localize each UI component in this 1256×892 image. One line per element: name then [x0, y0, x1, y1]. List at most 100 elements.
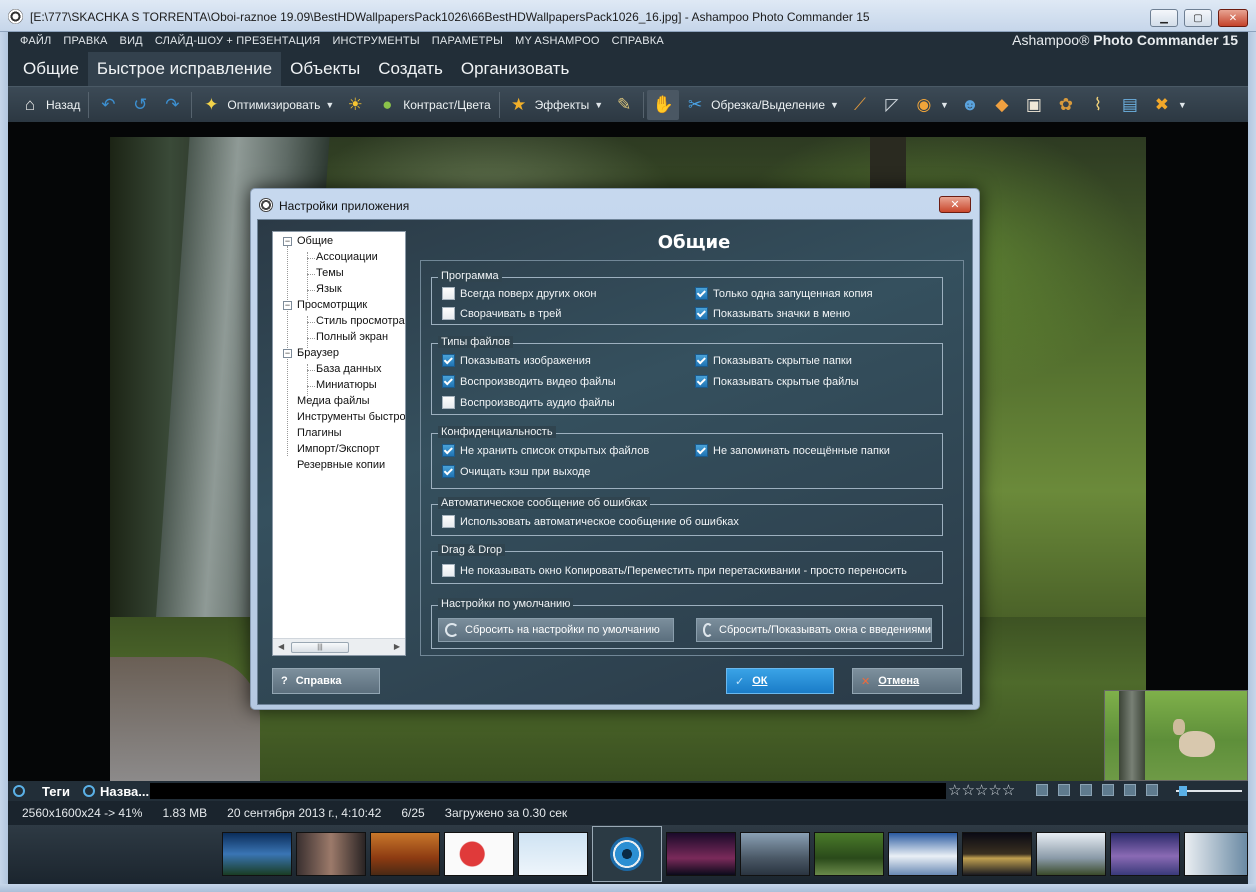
tag-field[interactable] — [150, 783, 946, 799]
reset-intro-button[interactable]: Сбросить/Показывать окна с введениями — [696, 618, 932, 642]
landscape-button[interactable]: ▤ — [1114, 90, 1146, 120]
settings-tree[interactable]: − Общие Ассоциации Темы Язык − Просмотрщ… — [272, 231, 406, 656]
checkbox-menu-icons[interactable]: Показывать значки в меню — [695, 307, 850, 320]
menu-options[interactable]: ПАРАМЕТРЫ — [432, 35, 503, 47]
checkbox-box[interactable] — [442, 287, 455, 300]
fit-icon[interactable] — [1146, 784, 1158, 796]
hand-tool-button[interactable]: ✋ — [647, 89, 680, 120]
filmstrip-thumbnail[interactable] — [962, 832, 1032, 876]
rating-stars[interactable]: ☆☆☆☆☆ — [948, 782, 1015, 799]
tree-horizontal-scrollbar[interactable]: ◀ ||| ▶ — [273, 638, 405, 655]
view-mode-2-icon[interactable] — [1058, 784, 1070, 796]
tab-general[interactable]: Общие — [14, 52, 88, 86]
checkbox-minimize-tray[interactable]: Сворачивать в трей — [442, 307, 561, 320]
red-eye-button[interactable]: ◉ ▼ — [908, 90, 954, 120]
straighten-button[interactable]: ⟋ — [844, 90, 876, 120]
effects-button[interactable]: ★ Эффекты ▼ — [503, 90, 608, 120]
checkbox-box[interactable] — [442, 564, 455, 577]
navigator-preview[interactable] — [1104, 690, 1248, 781]
tree-node-browser[interactable]: Браузер — [297, 347, 339, 359]
filmstrip-thumbnail[interactable] — [666, 832, 736, 876]
contrast-button[interactable]: ● Контраст/Цвета — [371, 90, 495, 120]
checkbox-box[interactable] — [695, 354, 708, 367]
close-icon[interactable]: ✕ — [1218, 9, 1248, 27]
checkbox-show-images[interactable]: Показывать изображения — [442, 354, 591, 367]
menu-help[interactable]: СПРАВКА — [612, 35, 664, 47]
dialog-close-button[interactable]: ✕ — [939, 196, 971, 213]
tree-node-language[interactable]: Язык — [316, 283, 342, 295]
crop-button[interactable]: ✂ Обрезка/Выделение ▼ — [679, 90, 844, 120]
menu-view[interactable]: ВИД — [120, 35, 143, 47]
checkbox-box[interactable] — [442, 444, 455, 457]
cancel-button[interactable]: ✕ Отмена — [852, 668, 962, 694]
scrollbar-thumb[interactable]: ||| — [291, 642, 349, 653]
eraser-button[interactable]: ◆ — [986, 90, 1018, 120]
people-button[interactable]: ☻ — [954, 90, 986, 120]
tree-node-view-style[interactable]: Стиль просмотра — [316, 315, 405, 327]
reset-defaults-button[interactable]: Сбросить на настройки по умолчанию — [438, 618, 674, 642]
checkbox-box[interactable] — [442, 375, 455, 388]
tree-node-viewer[interactable]: Просмотрщик — [297, 299, 367, 311]
checkbox-box[interactable] — [695, 375, 708, 388]
filmstrip-thumbnail[interactable] — [296, 832, 366, 876]
tree-node-backups[interactable]: Резервные копии — [297, 459, 385, 471]
tree-node-media[interactable]: Медиа файлы — [297, 395, 370, 407]
checkbox-no-copy-move[interactable]: Не показывать окно Копировать/Переместит… — [442, 564, 907, 577]
tree-node-fullscreen[interactable]: Полный экран — [316, 331, 388, 343]
minimize-icon[interactable]: ▁ — [1150, 9, 1178, 27]
fullscreen-icon[interactable] — [1124, 784, 1136, 796]
filmstrip-thumbnail[interactable] — [444, 832, 514, 876]
ok-button[interactable]: ✓ ОК — [726, 668, 834, 694]
tree-expander[interactable]: − — [283, 301, 292, 310]
view-mode-3-icon[interactable] — [1080, 784, 1092, 796]
filmstrip-thumbnail[interactable] — [1036, 832, 1106, 876]
back-button[interactable]: ⌂ Назад — [14, 90, 85, 120]
redo-button[interactable]: ↷ — [156, 90, 188, 120]
palette-button[interactable]: ✿ — [1050, 90, 1082, 120]
tree-node-database[interactable]: База данных — [316, 363, 382, 375]
checkbox-no-visited-folders[interactable]: Не запоминать посещённые папки — [695, 444, 890, 457]
tab-create[interactable]: Создать — [369, 52, 452, 86]
scroll-left-icon[interactable]: ◀ — [278, 642, 284, 651]
zoom-slider[interactable] — [1176, 786, 1242, 796]
checkbox-show-hidden-files[interactable]: Показывать скрытые файлы — [695, 375, 859, 388]
tab-tags[interactable]: Теги — [8, 781, 78, 801]
checkbox-box[interactable] — [442, 396, 455, 409]
scroll-right-icon[interactable]: ▶ — [394, 642, 400, 651]
filmstrip-thumbnail[interactable] — [740, 832, 810, 876]
tab-objects[interactable]: Объекты — [281, 52, 369, 86]
checkbox-play-video[interactable]: Воспроизводить видео файлы — [442, 375, 616, 388]
filmstrip-thumbnail[interactable] — [370, 832, 440, 876]
brush-button[interactable]: ✎ — [608, 90, 640, 120]
undo-button[interactable]: ↶ — [92, 90, 124, 120]
filmstrip-thumbnail[interactable] — [222, 832, 292, 876]
checkbox-box[interactable] — [442, 515, 455, 528]
tree-expander[interactable]: − — [283, 349, 292, 358]
tree-node-thumbnails[interactable]: Миниатюры — [316, 379, 377, 391]
filmstrip-thumbnail[interactable] — [1110, 832, 1180, 876]
tab-organize[interactable]: Организовать — [452, 52, 578, 86]
menu-file[interactable]: ФАЙЛ — [20, 35, 51, 47]
checkbox-single-instance[interactable]: Только одна запущенная копия — [695, 287, 873, 300]
tree-node-plugins[interactable]: Плагины — [297, 427, 342, 439]
menu-tools[interactable]: ИНСТРУМЕНТЫ — [332, 35, 419, 47]
tree-node-general[interactable]: Общие — [297, 235, 333, 247]
tools-button[interactable]: ✖ ▼ — [1146, 90, 1192, 120]
checkbox-play-audio[interactable]: Воспроизводить аудио файлы — [442, 396, 615, 409]
menu-edit[interactable]: ПРАВКА — [63, 35, 107, 47]
checkbox-no-recent-files[interactable]: Не хранить список открытых файлов — [442, 444, 649, 457]
optimize-button[interactable]: ✦ Оптимизировать ▼ — [195, 90, 339, 120]
checkbox-box[interactable] — [442, 354, 455, 367]
view-mode-1-icon[interactable] — [1036, 784, 1048, 796]
perspective-button[interactable]: ◸ — [876, 90, 908, 120]
tree-expander[interactable]: − — [283, 237, 292, 246]
filmstrip-thumbnail[interactable] — [518, 832, 588, 876]
brightness-button[interactable]: ☀ — [339, 90, 371, 120]
undo-all-button[interactable]: ↺ — [124, 90, 156, 120]
resize-button[interactable]: ▣ — [1018, 90, 1050, 120]
help-button[interactable]: ? Справка — [272, 668, 380, 694]
checkbox-box[interactable] — [695, 444, 708, 457]
checkbox-box[interactable] — [442, 307, 455, 320]
checkbox-box[interactable] — [695, 307, 708, 320]
menu-my-ashampoo[interactable]: MY ASHAMPOO — [515, 35, 600, 47]
